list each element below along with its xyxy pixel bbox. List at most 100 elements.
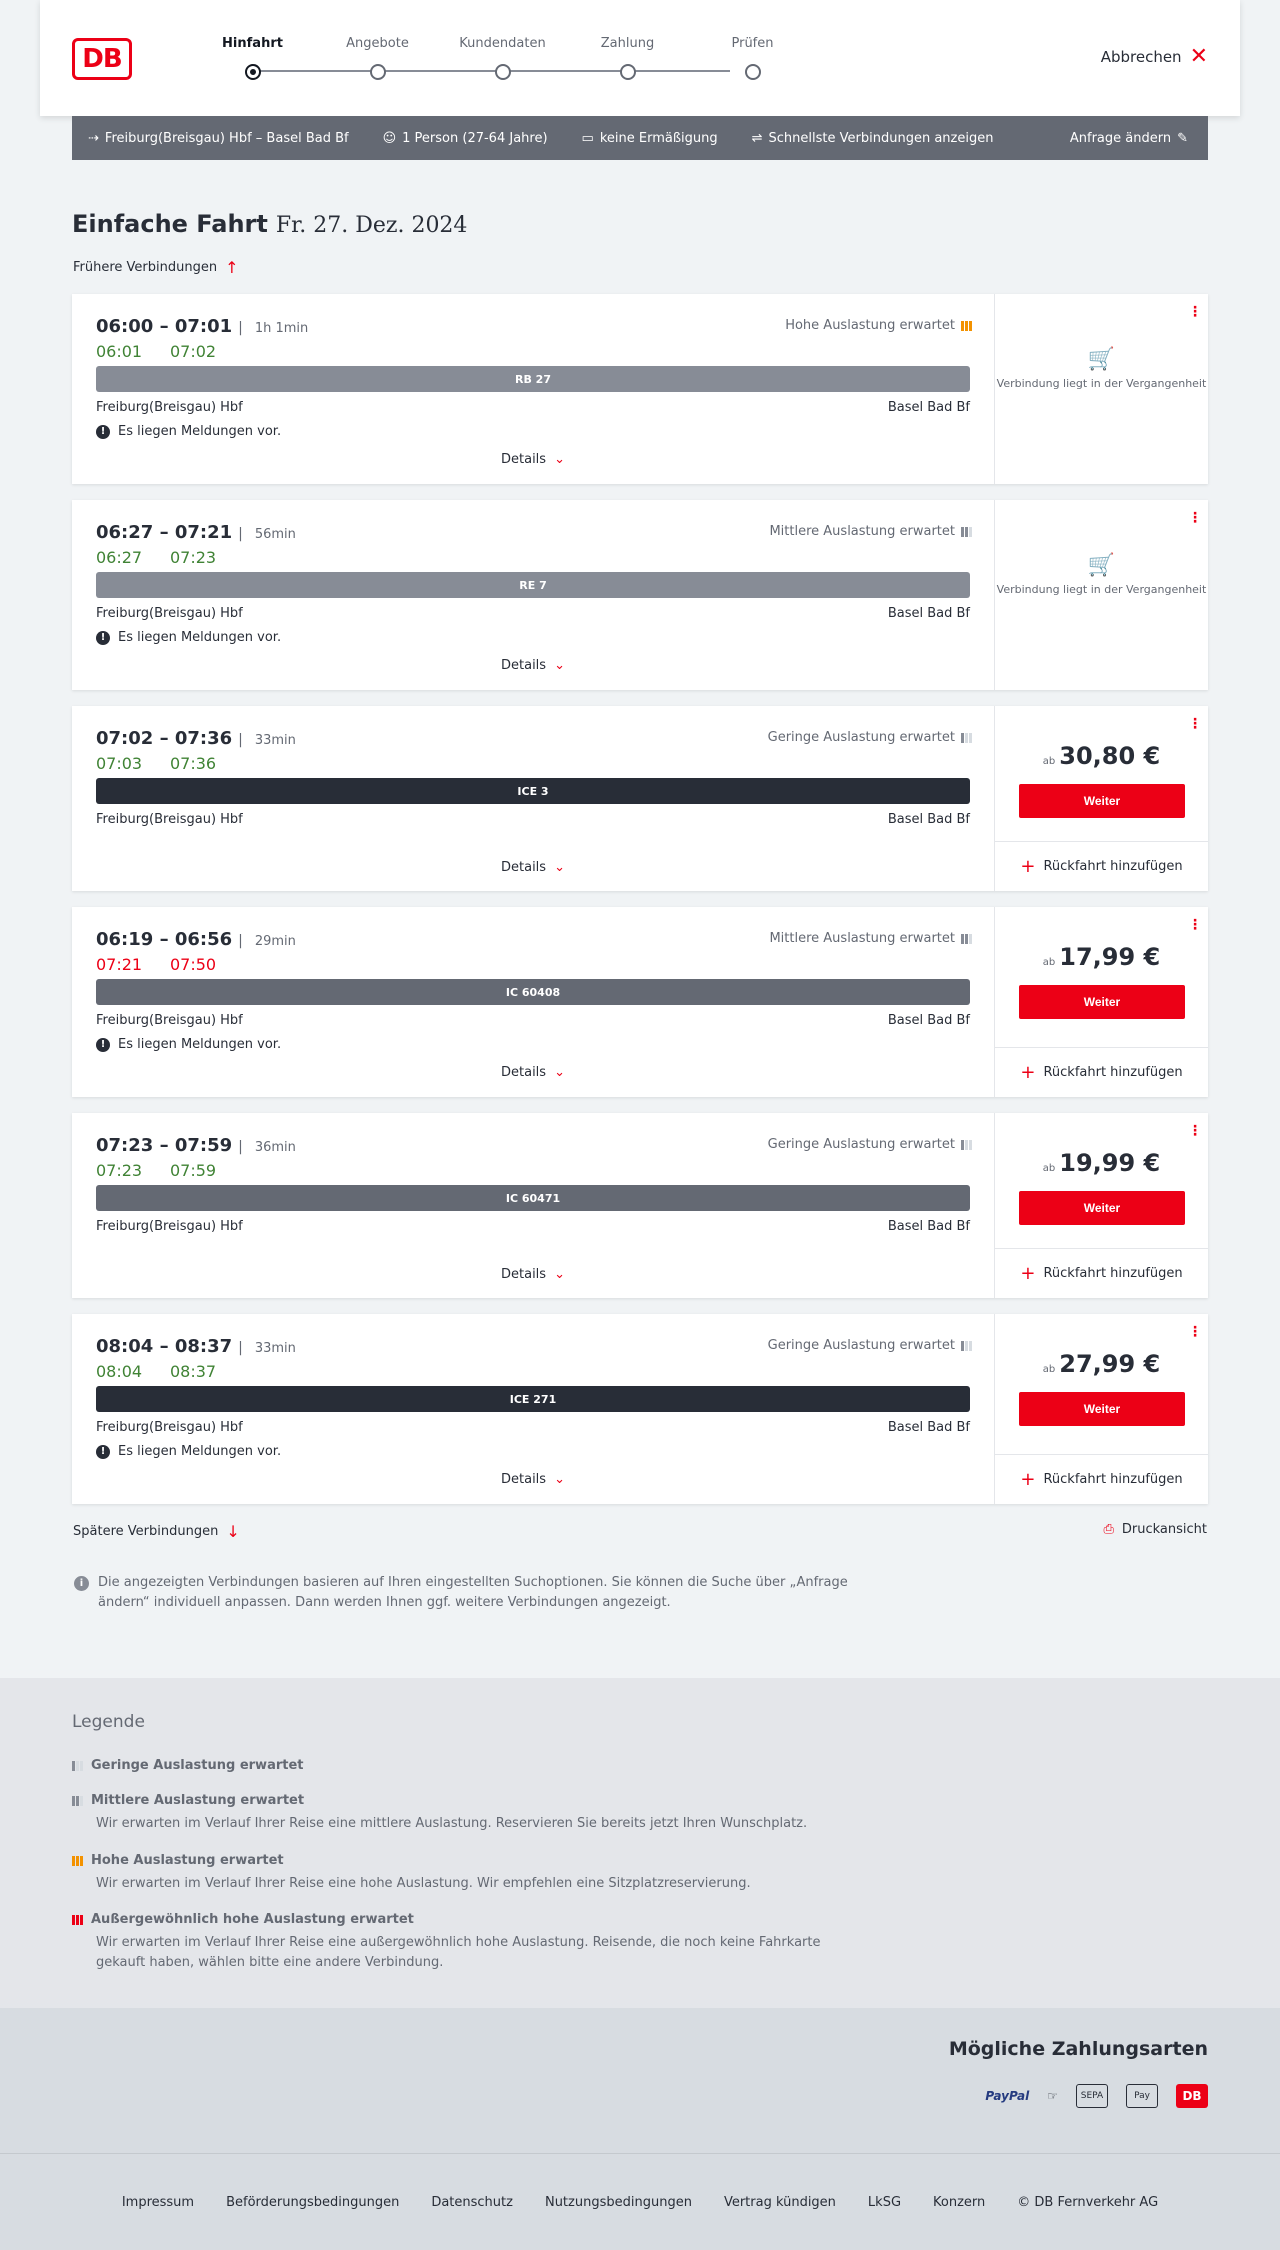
- notices: ! Es liegen Meldungen vor.: [96, 630, 281, 645]
- add-return-button[interactable]: + Rückfahrt hinzufügen: [995, 1248, 1208, 1298]
- continue-button[interactable]: Weiter: [1019, 1392, 1185, 1426]
- page-title: Einfache Fahrt Fr. 27. Dez. 2024: [72, 210, 467, 238]
- discount-text: keine Ermäßigung: [599, 130, 718, 146]
- destination-station: Basel Bad Bf: [887, 812, 970, 827]
- alert-icon: !: [96, 424, 110, 439]
- train-bar[interactable]: IC 60408: [96, 979, 970, 1005]
- footer-link[interactable]: © DB Fernverkehr AG: [1017, 2195, 1158, 2210]
- change-query-button[interactable]: Anfrage ändern ✎: [1070, 131, 1188, 146]
- more-options-icon[interactable]: ⋮: [1188, 918, 1202, 932]
- step-dot: [620, 64, 636, 80]
- step-label: Zahlung: [600, 36, 655, 51]
- footer-link[interactable]: Konzern: [933, 2195, 985, 2210]
- realtime-times: 06:27 07:23: [96, 548, 244, 567]
- realtime-departure: 07:21: [96, 955, 143, 974]
- add-return-button[interactable]: + Rückfahrt hinzufügen: [995, 841, 1208, 891]
- more-options-icon[interactable]: ⋮: [1188, 1124, 1202, 1138]
- alert-icon: !: [96, 1444, 110, 1459]
- occupancy-icon: [961, 1340, 972, 1351]
- step-label: Kundendaten: [459, 36, 546, 51]
- step-kundendaten: Kundendaten: [440, 36, 565, 80]
- legend-item-header: Mittlere Auslastung erwartet: [72, 1793, 856, 1808]
- connection-main: 06:00 – 07:01 | 1h 1min 06:01 07:02 Hohe Au…: [72, 294, 994, 484]
- add-return-button[interactable]: + Rückfahrt hinzufügen: [995, 1047, 1208, 1097]
- footer-link[interactable]: Nutzungsbedingungen: [545, 2195, 692, 2210]
- footer-link[interactable]: Impressum: [122, 2195, 194, 2210]
- footer-link[interactable]: Beförderungsbedingungen: [226, 2195, 399, 2210]
- realtime-arrival: 07:59: [170, 1161, 217, 1180]
- card-icon: ▭: [581, 130, 594, 146]
- train-bar[interactable]: ICE 3: [96, 778, 970, 804]
- realtime-times: 07:21 07:50: [96, 955, 244, 974]
- connection-card: 06:27 – 07:21 | 56min 06:27 07:23 Mittlere …: [72, 500, 1208, 690]
- details-toggle[interactable]: Details ⌄: [72, 860, 994, 875]
- earlier-connections-link[interactable]: Frühere Verbindungen ↑: [73, 258, 239, 277]
- details-toggle[interactable]: Details ⌄: [72, 452, 994, 467]
- more-options-icon[interactable]: ⋮: [1188, 717, 1202, 731]
- train-bar[interactable]: RB 27: [96, 366, 970, 392]
- train-bar[interactable]: RE 7: [96, 572, 970, 598]
- step-dot: [495, 64, 511, 80]
- occupancy-icon: [961, 526, 972, 537]
- more-options-icon[interactable]: ⋮: [1188, 511, 1202, 525]
- details-toggle[interactable]: Details ⌄: [72, 658, 994, 673]
- price: ab 19,99 €: [995, 1149, 1208, 1177]
- train-bar[interactable]: ICE 271: [96, 1386, 970, 1412]
- occupancy-text: Geringe Auslastung erwartet: [767, 1338, 955, 1353]
- details-toggle[interactable]: Details ⌄: [72, 1065, 994, 1080]
- connection-offer: ⋮ ab 27,99 € Weiter + Rückfahrt hinzufügen: [994, 1314, 1208, 1504]
- footer-link[interactable]: Vertrag kündigen: [724, 2195, 836, 2210]
- connection-main: 07:23 – 07:59 | 36min 07:23 07:59 Geringe A…: [72, 1113, 994, 1298]
- legend-item-title: Mittlere Auslastung erwartet: [91, 1793, 305, 1808]
- duration: 29min: [254, 934, 296, 949]
- progress-line: [250, 70, 730, 72]
- occupancy-icon: [72, 1914, 83, 1925]
- more-options-icon[interactable]: ⋮: [1188, 1325, 1202, 1339]
- footer-link[interactable]: LkSG: [868, 2195, 901, 2210]
- notices: ! Es liegen Meldungen vor.: [96, 1037, 281, 1052]
- payment-section: Mögliche Zahlungsarten PayPal ☞ SEPA Pay…: [0, 2008, 1280, 2153]
- notices-text: Es liegen Meldungen vor.: [118, 424, 282, 439]
- chevron-down-icon: ⌄: [554, 452, 565, 467]
- later-connections-link[interactable]: Spätere Verbindungen ↓: [73, 1522, 240, 1541]
- more-options-icon[interactable]: ⋮: [1188, 305, 1202, 319]
- credit-card-icon: ☞: [1047, 2089, 1058, 2103]
- plus-icon: +: [1020, 1469, 1036, 1490]
- alert-icon: !: [96, 630, 110, 645]
- change-query-text: Anfrage ändern: [1069, 130, 1172, 146]
- destination-station: Basel Bad Bf: [887, 1219, 970, 1234]
- price-value: 19,99 €: [1059, 1149, 1161, 1177]
- continue-button[interactable]: Weiter: [1019, 1191, 1185, 1225]
- occupancy-info: Geringe Auslastung erwartet: [768, 730, 972, 745]
- time-range: 07:02 – 07:36: [96, 728, 233, 749]
- chevron-down-icon: ⌄: [554, 658, 565, 673]
- realtime-departure: 08:04: [96, 1362, 143, 1381]
- step-zahlung: Zahlung: [565, 36, 690, 80]
- add-return-button[interactable]: + Rückfahrt hinzufügen: [995, 1454, 1208, 1504]
- connection-main: 06:27 – 07:21 | 56min 06:27 07:23 Mittlere …: [72, 500, 994, 690]
- payment-icons: PayPal ☞ SEPA Pay DB: [985, 2084, 1208, 2108]
- divider: |: [238, 732, 243, 748]
- cancel-button[interactable]: Abbrechen ✕: [1101, 46, 1208, 68]
- persons-summary: ☺ 1 Person (27-64 Jahre): [383, 131, 548, 146]
- train-bar[interactable]: IC 60471: [96, 1185, 970, 1211]
- legend-item: Geringe Auslastung erwartet: [72, 1758, 304, 1773]
- details-text: Details: [501, 1065, 547, 1080]
- connection-offer: ⋮ ab 19,99 € Weiter + Rückfahrt hinzufügen: [994, 1113, 1208, 1298]
- details-text: Details: [501, 452, 547, 467]
- duration: 1h 1min: [254, 321, 309, 336]
- db-logo[interactable]: DB: [72, 38, 132, 80]
- step-hinfahrt: Hinfahrt: [190, 36, 315, 80]
- footer-link[interactable]: Datenschutz: [431, 2195, 513, 2210]
- continue-button[interactable]: Weiter: [1019, 985, 1185, 1019]
- occupancy-icon: [961, 933, 972, 944]
- details-toggle[interactable]: Details ⌄: [72, 1472, 994, 1487]
- step-dot: [745, 64, 761, 80]
- price-prefix: ab: [1042, 957, 1056, 968]
- legend-item-desc: Wir erwarten im Verlauf Ihrer Reise eine…: [96, 1935, 821, 1970]
- continue-button[interactable]: Weiter: [1019, 784, 1185, 818]
- origin-station: Freiburg(Breisgau) Hbf: [96, 606, 243, 621]
- fastest-toggle[interactable]: ⇌ Schnellste Verbindungen anzeigen: [752, 131, 994, 146]
- print-view-link[interactable]: ⎙ Druckansicht: [1103, 1522, 1207, 1537]
- details-toggle[interactable]: Details ⌄: [72, 1267, 994, 1282]
